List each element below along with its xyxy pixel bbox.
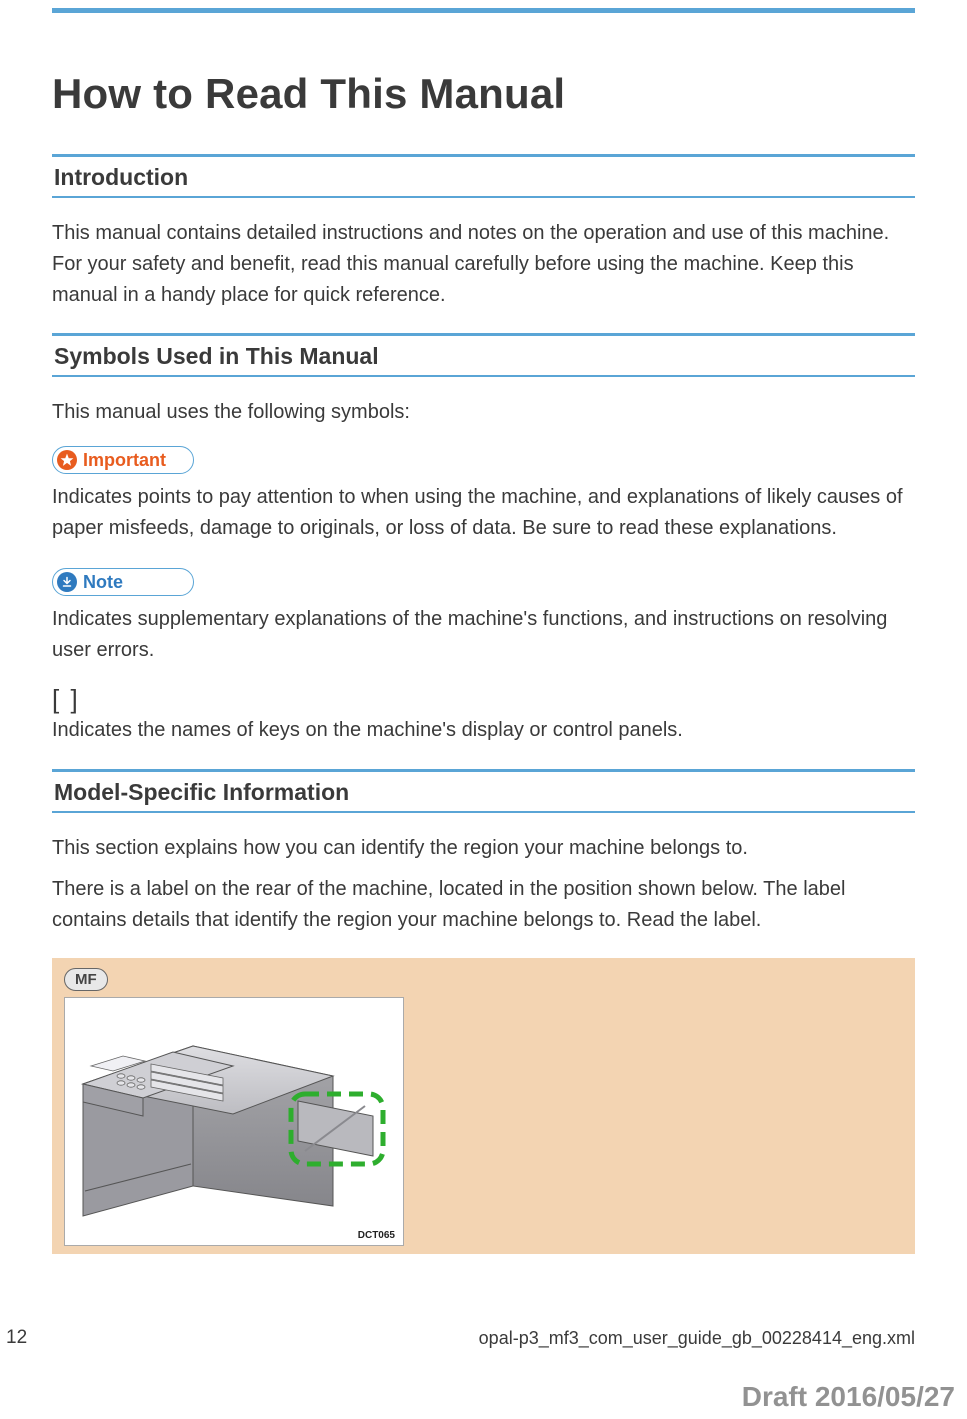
footer-filename: opal-p3_mf3_com_user_guide_gb_00228414_e… <box>479 1328 915 1349</box>
callout-note-label: Note <box>83 573 123 591</box>
note-desc: Indicates supplementary explanations of … <box>52 604 915 666</box>
star-icon <box>57 450 77 470</box>
bracket-symbol: [ ] <box>52 684 915 715</box>
rule <box>52 375 915 377</box>
arrow-down-icon <box>57 572 77 592</box>
model-p1: This section explains how you can identi… <box>52 833 915 864</box>
page-number: 12 <box>6 1327 27 1349</box>
printer-rear-illustration <box>73 1006 393 1226</box>
section-model-heading: Model-Specific Information <box>52 769 915 813</box>
heading-model: Model-Specific Information <box>52 772 915 811</box>
page-top-rule <box>52 8 915 13</box>
model-p2: There is a label on the rear of the mach… <box>52 874 915 936</box>
page-content: How to Read This Manual Introduction Thi… <box>52 70 915 1254</box>
figure-panel: MF <box>52 958 915 1254</box>
section-introduction-heading: Introduction <box>52 154 915 198</box>
bracket-desc: Indicates the names of keys on the machi… <box>52 715 915 745</box>
callout-important-label: Important <box>83 451 166 469</box>
section-symbols-heading: Symbols Used in This Manual <box>52 333 915 377</box>
rule <box>52 811 915 813</box>
rule <box>52 196 915 198</box>
page-footer: 12 opal-p3_mf3_com_user_guide_gb_0022841… <box>0 1325 967 1349</box>
heading-introduction: Introduction <box>52 157 915 196</box>
important-desc: Indicates points to pay attention to whe… <box>52 482 915 544</box>
callout-important: Important <box>52 446 194 474</box>
figure-box: DCT065 <box>64 997 404 1246</box>
figure-code: DCT065 <box>73 1230 395 1241</box>
callout-note: Note <box>52 568 194 596</box>
symbols-intro: This manual uses the following symbols: <box>52 397 915 428</box>
mf-chip: MF <box>64 968 108 991</box>
heading-symbols: Symbols Used in This Manual <box>52 336 915 375</box>
draft-stamp: Draft 2016/05/27 <box>742 1381 955 1413</box>
introduction-body: This manual contains detailed instructio… <box>52 218 915 311</box>
page-title: How to Read This Manual <box>52 70 915 118</box>
